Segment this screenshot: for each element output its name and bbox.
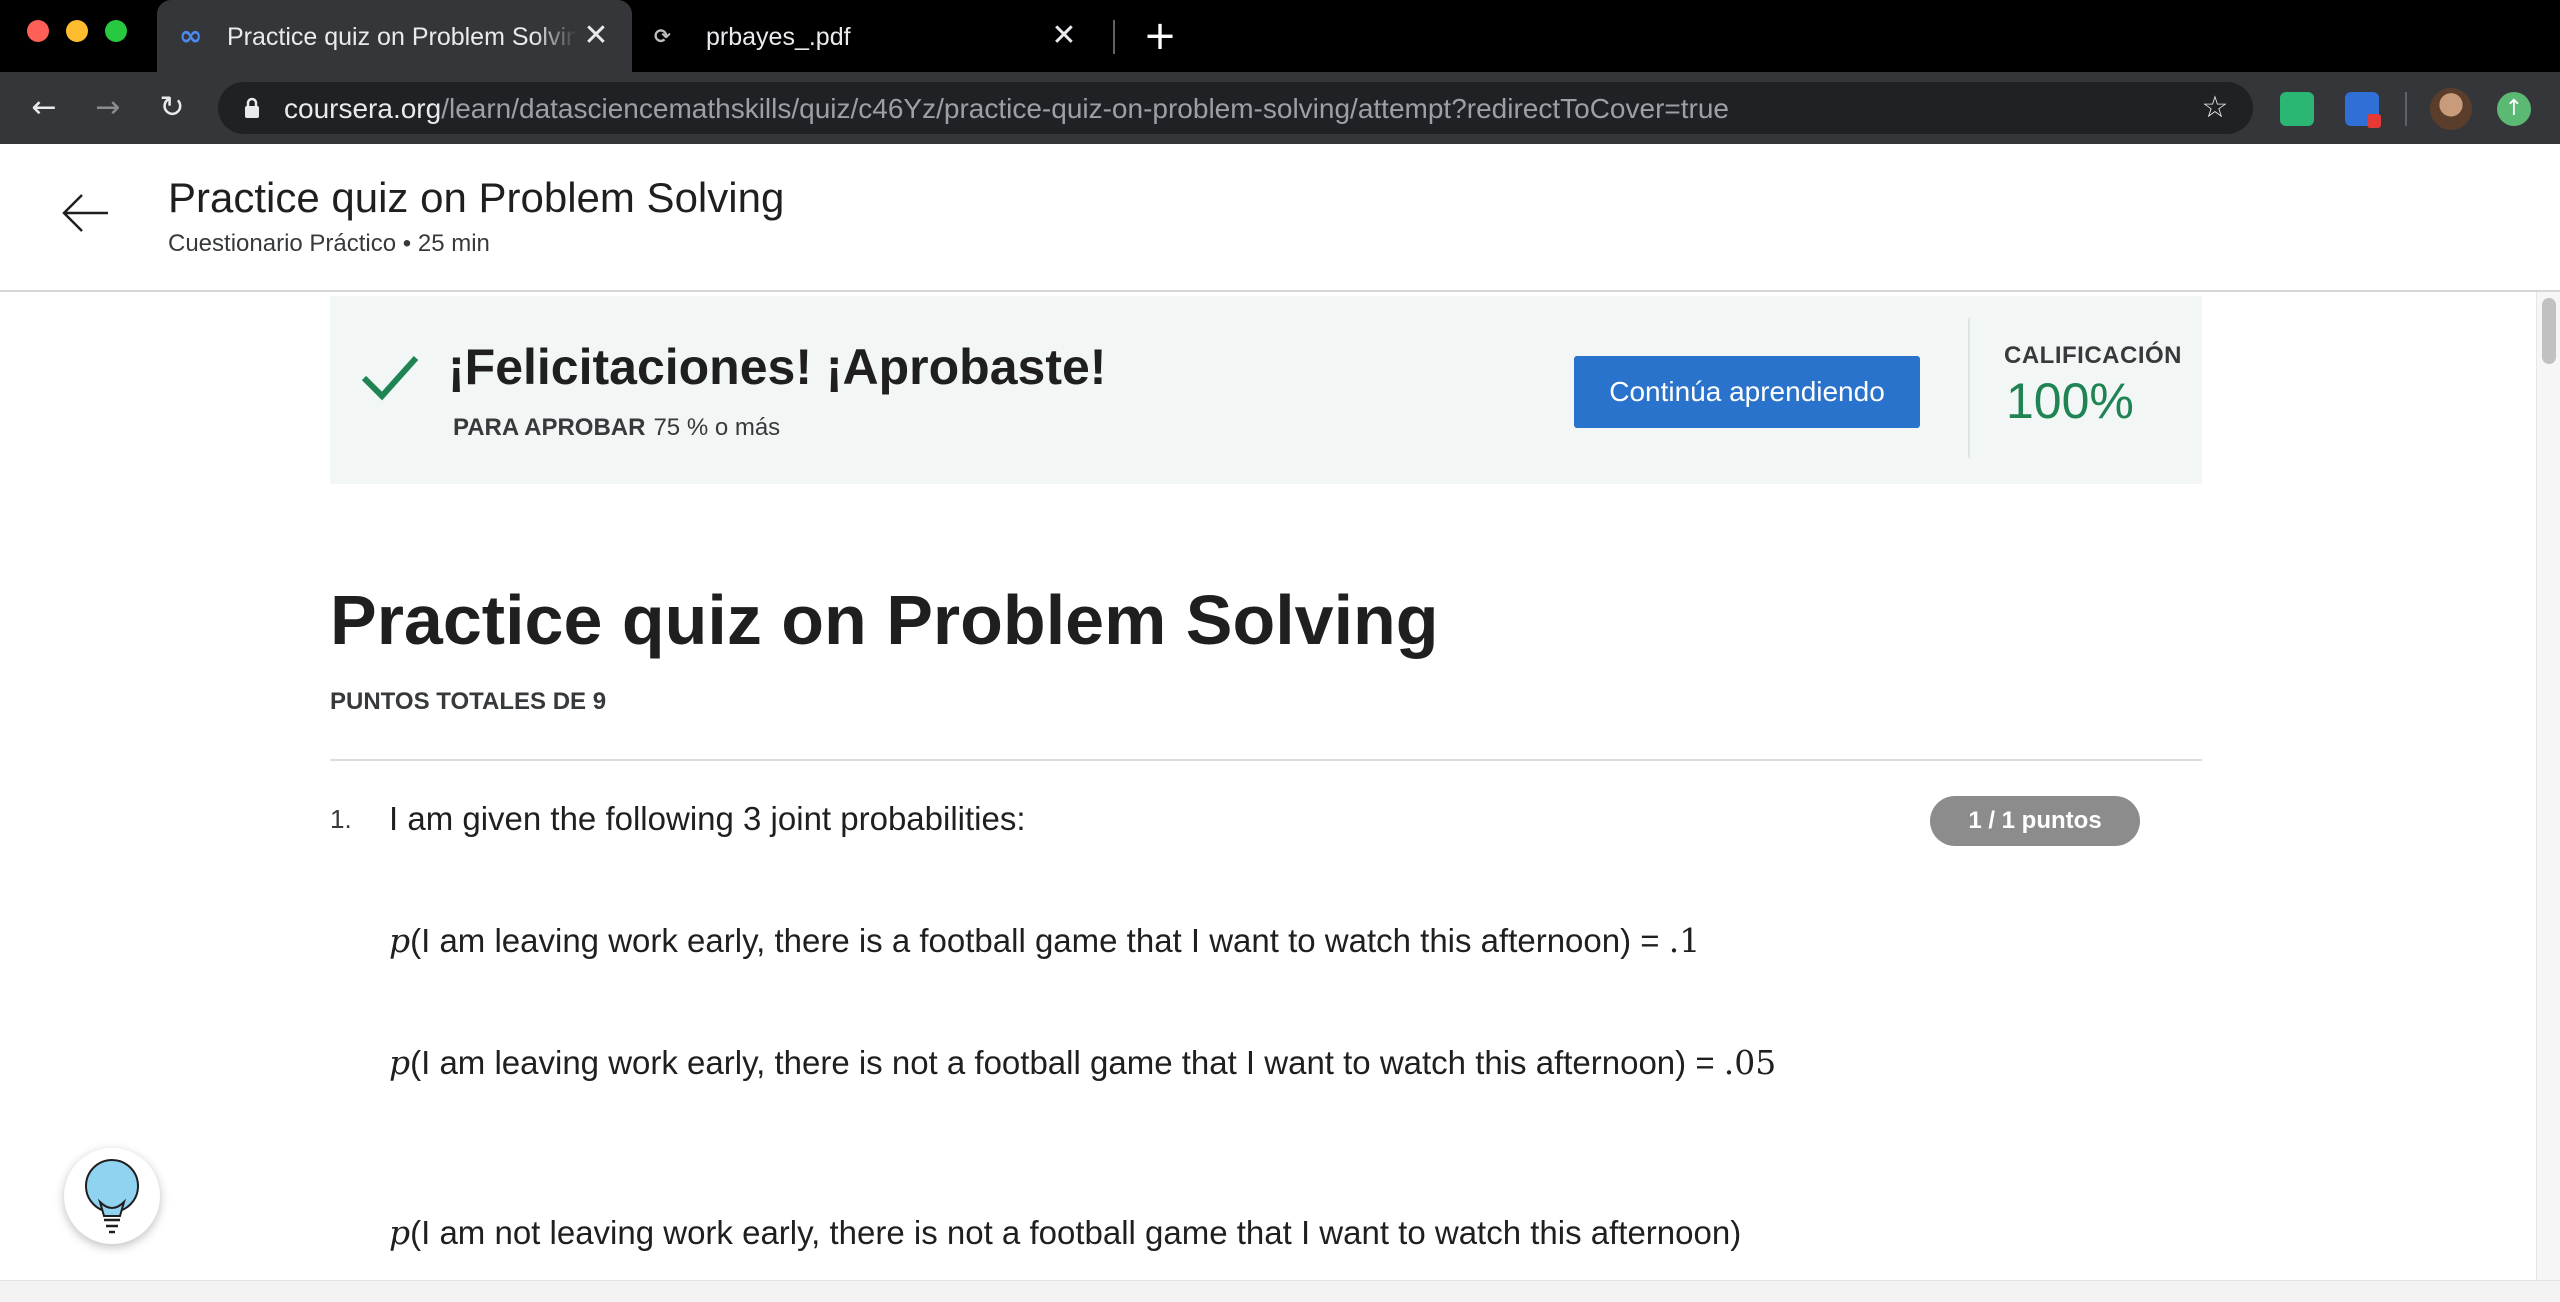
total-points: PUNTOS TOTALES DE 9 <box>330 688 607 715</box>
new-tab-button[interactable]: + <box>1140 16 1180 56</box>
question-number: 1. <box>330 804 352 834</box>
checkmark-icon <box>361 355 419 401</box>
close-window-button[interactable] <box>27 20 49 42</box>
toolbar-separator <box>2405 92 2407 126</box>
lock-icon <box>245 97 259 118</box>
url-text: coursera.org/learn/datasciencemathskills… <box>284 82 1729 134</box>
points-badge: 1 / 1 puntos <box>1930 796 2140 846</box>
page-header: Practice quiz on Problem Solving Cuestio… <box>0 144 2560 292</box>
result-banner: ¡Felicitaciones! ¡Aprobaste! PARA APROBA… <box>330 296 2202 484</box>
extension-icon[interactable] <box>2280 92 2314 126</box>
back-arrow-icon[interactable] <box>58 186 112 240</box>
tab-title: Practice quiz on Problem Solving <box>227 23 577 51</box>
probability-statement: p(I am leaving work early, there is not … <box>389 1038 1809 1088</box>
probability-value: .1 <box>1668 921 1701 960</box>
grade-label: CALIFICACIÓN <box>2004 342 2182 369</box>
tab-pdf[interactable]: ⟳ prbayes_.pdf ✕ <box>640 0 1100 72</box>
back-icon[interactable]: ← <box>26 90 62 126</box>
probability-statement: p(I am leaving work early, there is a fo… <box>389 916 1789 966</box>
update-icon[interactable]: ↑ <box>2497 92 2531 126</box>
horizontal-scrollbar[interactable] <box>0 1280 2560 1302</box>
url-host: coursera.org <box>284 93 442 124</box>
lightbulb-icon <box>85 1159 139 1234</box>
browser-tab-bar: ∞ Practice quiz on Problem Solving ✕ ⟳ p… <box>0 0 2560 72</box>
coursera-icon: ∞ <box>179 19 203 52</box>
extension-icon[interactable] <box>2345 92 2381 128</box>
close-tab-icon[interactable]: ✕ <box>578 18 614 54</box>
browser-toolbar: ← → ↻ coursera.org/learn/datasciencemath… <box>0 72 2560 144</box>
section-divider <box>330 759 2202 761</box>
probability-text: (I am leaving work early, there is a foo… <box>410 922 1669 959</box>
forward-icon[interactable]: → <box>90 90 126 126</box>
tab-coursera-quiz[interactable]: ∞ Practice quiz on Problem Solving ✕ <box>157 0 632 72</box>
probability-symbol: p <box>389 921 411 960</box>
close-tab-icon[interactable]: ✕ <box>1046 18 1082 54</box>
continue-learning-button[interactable]: Continúa aprendiendo <box>1574 356 1920 428</box>
congratulations-message: ¡Felicitaciones! ¡Aprobaste! <box>448 339 1107 395</box>
tab-title: prbayes_.pdf <box>706 23 851 51</box>
pass-value: 75 % o más <box>653 414 781 441</box>
probability-statement: p(I am not leaving work early, there is … <box>389 1208 1809 1258</box>
probability-symbol: p <box>389 1213 411 1252</box>
loading-icon: ⟳ <box>654 24 671 48</box>
tab-separator <box>1113 20 1115 54</box>
quiz-title: Practice quiz on Problem Solving <box>330 581 1439 659</box>
pass-requirement: PARA APROBAR 75 % o más <box>453 414 780 442</box>
probability-value: .05 <box>1723 1043 1777 1082</box>
page-subtitle: Cuestionario Práctico • 25 min <box>168 230 490 257</box>
page-title: Practice quiz on Problem Solving <box>168 174 785 221</box>
main-content: ¡Felicitaciones! ¡Aprobaste! PARA APROBA… <box>0 292 2536 1280</box>
address-bar[interactable]: coursera.org/learn/datasciencemathskills… <box>218 82 2253 134</box>
reload-icon[interactable]: ↻ <box>154 90 190 126</box>
pass-label: PARA APROBAR <box>453 414 646 441</box>
bookmark-star-icon[interactable]: ☆ <box>2197 90 2233 126</box>
probability-symbol: p <box>389 1043 411 1082</box>
vertical-scrollbar[interactable] <box>2536 292 2560 1280</box>
help-lightbulb-button[interactable] <box>64 1148 160 1244</box>
probability-text: (I am leaving work early, there is not a… <box>410 1044 1724 1081</box>
question-text: I am given the following 3 joint probabi… <box>389 800 1026 837</box>
grade-value: 100% <box>2006 373 2134 429</box>
fullscreen-window-button[interactable] <box>105 20 127 42</box>
minimize-window-button[interactable] <box>66 20 88 42</box>
probability-text: (I am not leaving work early, there is n… <box>410 1214 1742 1251</box>
scrollbar-thumb[interactable] <box>2542 298 2556 364</box>
url-path: /learn/datasciencemathskills/quiz/c46Yz/… <box>441 93 1729 124</box>
banner-divider <box>1968 318 1970 458</box>
profile-avatar[interactable] <box>2430 88 2472 130</box>
